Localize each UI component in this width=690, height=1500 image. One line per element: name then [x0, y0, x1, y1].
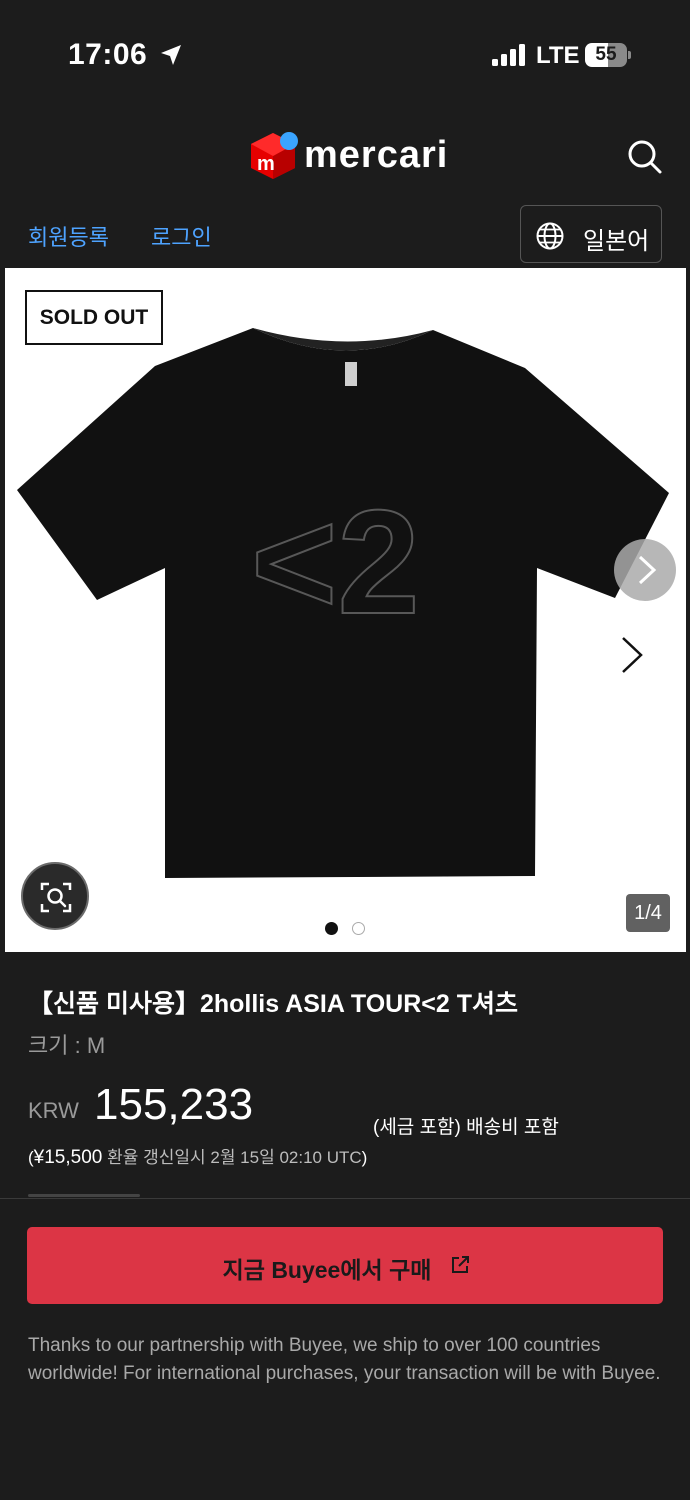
globe-icon: [536, 222, 564, 250]
chevron-right-icon: [638, 555, 657, 585]
cellular-signal-icon: [492, 44, 525, 66]
section-tab-indicator: [28, 1194, 140, 1197]
image-search-icon: [40, 882, 72, 913]
yen-price: ¥15,500: [33, 1147, 103, 1168]
status-time: 17:06: [68, 38, 148, 71]
battery-icon: 55: [585, 43, 631, 67]
sold-out-badge: SOLD OUT: [25, 290, 163, 345]
logo-text: mercari: [304, 134, 449, 176]
product-title: 【신품 미사용】2hollis ASIA TOUR<2 T셔츠: [28, 990, 518, 1018]
image-counter: 1/4: [626, 894, 670, 932]
exchange-rate-note: 환율 갱신일시 2월 15일 02:10 UTC: [102, 1148, 362, 1167]
next-image-button[interactable]: [614, 539, 676, 601]
network-type: LTE: [536, 42, 580, 69]
carousel-dot[interactable]: [352, 922, 365, 935]
section-divider: [0, 1198, 690, 1199]
carousel-dots: [323, 920, 373, 936]
svg-text:m: m: [257, 153, 275, 175]
status-bar: 17:06 LTE 55: [0, 0, 690, 108]
svg-text:<2: <2: [251, 480, 420, 645]
language-button[interactable]: 일본어: [520, 205, 662, 263]
image-zoom-button[interactable]: [21, 862, 89, 930]
mercari-box-icon: m: [251, 132, 298, 179]
product-image-gallery[interactable]: <2 SOLD OUT 1/4: [5, 268, 686, 952]
buy-button-label: 지금 Buyee에서 구매: [222, 1257, 432, 1283]
battery-level: 55: [595, 44, 617, 65]
location-arrow-icon: [161, 45, 181, 65]
yen-price-line: (¥15,500 환율 갱신일시 2월 15일 02:10 UTC): [28, 1143, 367, 1169]
mercari-logo[interactable]: m mercari: [248, 130, 448, 184]
product-size: 크기 : M: [28, 1033, 106, 1058]
yen-paren-close: ): [361, 1148, 368, 1167]
login-link[interactable]: 로그인: [151, 220, 212, 252]
register-link[interactable]: 회원등록: [28, 220, 109, 252]
price-currency: KRW: [28, 1098, 79, 1123]
carousel-dot-active[interactable]: [325, 922, 338, 935]
external-link-icon: [452, 1256, 469, 1273]
app-header: m mercari: [0, 108, 690, 203]
product-image: <2: [17, 328, 669, 878]
chevron-right-icon[interactable]: [617, 635, 647, 675]
search-icon[interactable]: [624, 136, 664, 176]
tax-shipping-note: (세금 포함) 배송비 포함: [373, 1117, 559, 1138]
buyee-partnership-note: Thanks to our partnership with Buyee, we…: [28, 1335, 661, 1384]
language-label: 일본어: [583, 228, 650, 255]
auth-row: 회원등록 로그인 일본어: [0, 203, 690, 265]
buy-on-buyee-button[interactable]: 지금 Buyee에서 구매: [27, 1227, 663, 1304]
product-price: 155,233: [94, 1080, 254, 1129]
